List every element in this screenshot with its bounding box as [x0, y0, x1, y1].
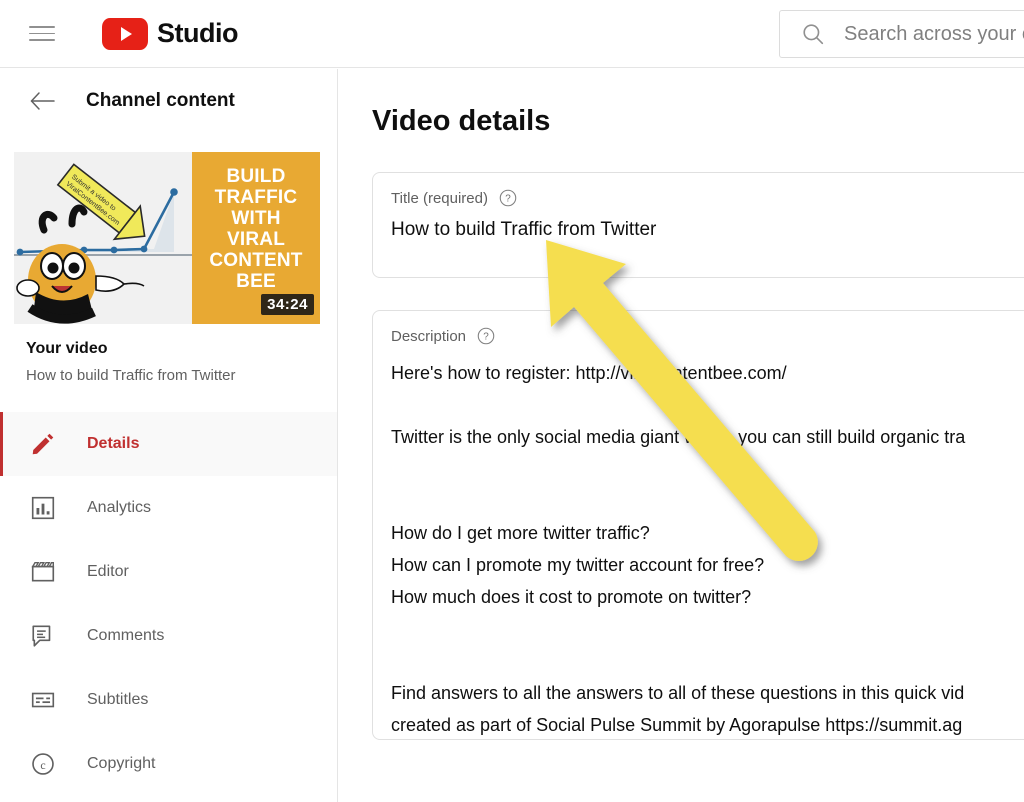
description-line-blank	[391, 453, 1024, 485]
help-circle-icon[interactable]: ?	[499, 189, 517, 207]
description-field-header: Description ?	[391, 327, 1024, 345]
search-icon	[800, 21, 826, 47]
thumb-line: CONTENT	[192, 250, 320, 271]
description-line: Twitter is the only social media giant w…	[391, 421, 1024, 453]
page-title: Video details	[372, 105, 1024, 138]
sidebar-item-label: Comments	[87, 627, 164, 645]
main-content: Video details Title (required) ? How to …	[339, 69, 1024, 802]
sidebar-item-editor[interactable]: Editor	[0, 540, 337, 604]
thumb-line: BUILD	[192, 166, 320, 187]
top-header: Studio	[0, 0, 1024, 68]
youtube-studio-window: Studio Channel content	[0, 0, 1024, 802]
hamburger-bar	[29, 33, 55, 35]
hamburger-bar	[29, 26, 55, 28]
description-line: Here's how to register: http://viralcont…	[391, 357, 1024, 389]
description-line: created as part of Social Pulse Summit b…	[391, 709, 1024, 741]
search-box[interactable]	[779, 10, 1024, 58]
help-circle-icon[interactable]: ?	[477, 327, 495, 345]
thumbnail-illustration: Submit a video to ViralContentBee.com	[14, 152, 192, 324]
svg-text:?: ?	[483, 332, 489, 343]
sidebar-back-label: Channel content	[86, 90, 235, 112]
title-field-card[interactable]: Title (required) ? How to build Traffic …	[372, 172, 1024, 278]
sidebar-item-label: Details	[87, 435, 139, 453]
svg-text:?: ?	[505, 194, 511, 205]
copyright-icon: c	[30, 751, 56, 777]
studio-logo[interactable]: Studio	[102, 18, 238, 50]
description-field-value[interactable]: Here's how to register: http://viralcont…	[391, 357, 1024, 741]
your-video-label: Your video	[26, 340, 337, 358]
description-line: How do I get more twitter traffic?	[391, 517, 1024, 549]
description-line: How much does it cost to promote on twit…	[391, 581, 1024, 613]
sidebar-item-label: Editor	[87, 563, 129, 581]
sidebar: Channel content	[0, 69, 338, 802]
brand-label: Studio	[157, 18, 238, 49]
back-arrow-icon	[30, 90, 56, 112]
sidebar-nav: Details Analytics Editor	[0, 412, 337, 796]
sidebar-item-label: Subtitles	[87, 691, 148, 709]
thumb-line: WITH	[192, 208, 320, 229]
description-line: Find answers to all the answers to all o…	[391, 677, 1024, 709]
youtube-play-icon	[102, 18, 148, 50]
play-triangle	[121, 27, 132, 41]
description-line-blank	[391, 645, 1024, 677]
sidebar-item-subtitles[interactable]: Subtitles	[0, 668, 337, 732]
bee-chart-artwork: Submit a video to ViralContentBee.com	[14, 152, 192, 324]
hamburger-icon[interactable]	[24, 16, 60, 52]
sidebar-item-copyright[interactable]: c Copyright	[0, 732, 337, 796]
search-input[interactable]	[844, 23, 1024, 46]
sidebar-item-comments[interactable]: Comments	[0, 604, 337, 668]
hamburger-bar	[29, 39, 55, 41]
sidebar-item-label: Copyright	[87, 755, 155, 773]
description-line-blank	[391, 389, 1024, 421]
video-meta: Your video How to build Traffic from Twi…	[0, 324, 337, 384]
subtitles-icon	[30, 687, 56, 713]
description-line: How can I promote my twitter account for…	[391, 549, 1024, 581]
sidebar-item-details[interactable]: Details	[0, 412, 337, 476]
sidebar-video-title: How to build Traffic from Twitter	[26, 367, 337, 384]
thumb-line: VIRAL	[192, 229, 320, 250]
thumb-line: BEE	[192, 271, 320, 292]
svg-text:c: c	[40, 758, 45, 772]
description-line-blank	[391, 613, 1024, 645]
description-field-card[interactable]: Description ? Here's how to register: ht…	[372, 310, 1024, 740]
clapboard-icon	[30, 559, 56, 585]
sidebar-item-label: Analytics	[87, 499, 151, 517]
video-thumbnail[interactable]: Submit a video to ViralContentBee.com	[14, 152, 320, 324]
sidebar-item-analytics[interactable]: Analytics	[0, 476, 337, 540]
back-to-channel-content[interactable]: Channel content	[0, 69, 337, 133]
title-field-label: Title (required)	[391, 190, 488, 207]
video-duration-badge: 34:24	[261, 294, 314, 315]
description-field-label: Description	[391, 328, 466, 345]
comment-icon	[30, 623, 56, 649]
bar-chart-icon	[30, 495, 56, 521]
title-field-header: Title (required) ?	[391, 189, 1024, 207]
description-line-blank	[391, 485, 1024, 517]
pencil-icon	[30, 431, 56, 457]
thumb-line: TRAFFIC	[192, 187, 320, 208]
title-field-value[interactable]: How to build Traffic from Twitter	[391, 219, 1024, 241]
